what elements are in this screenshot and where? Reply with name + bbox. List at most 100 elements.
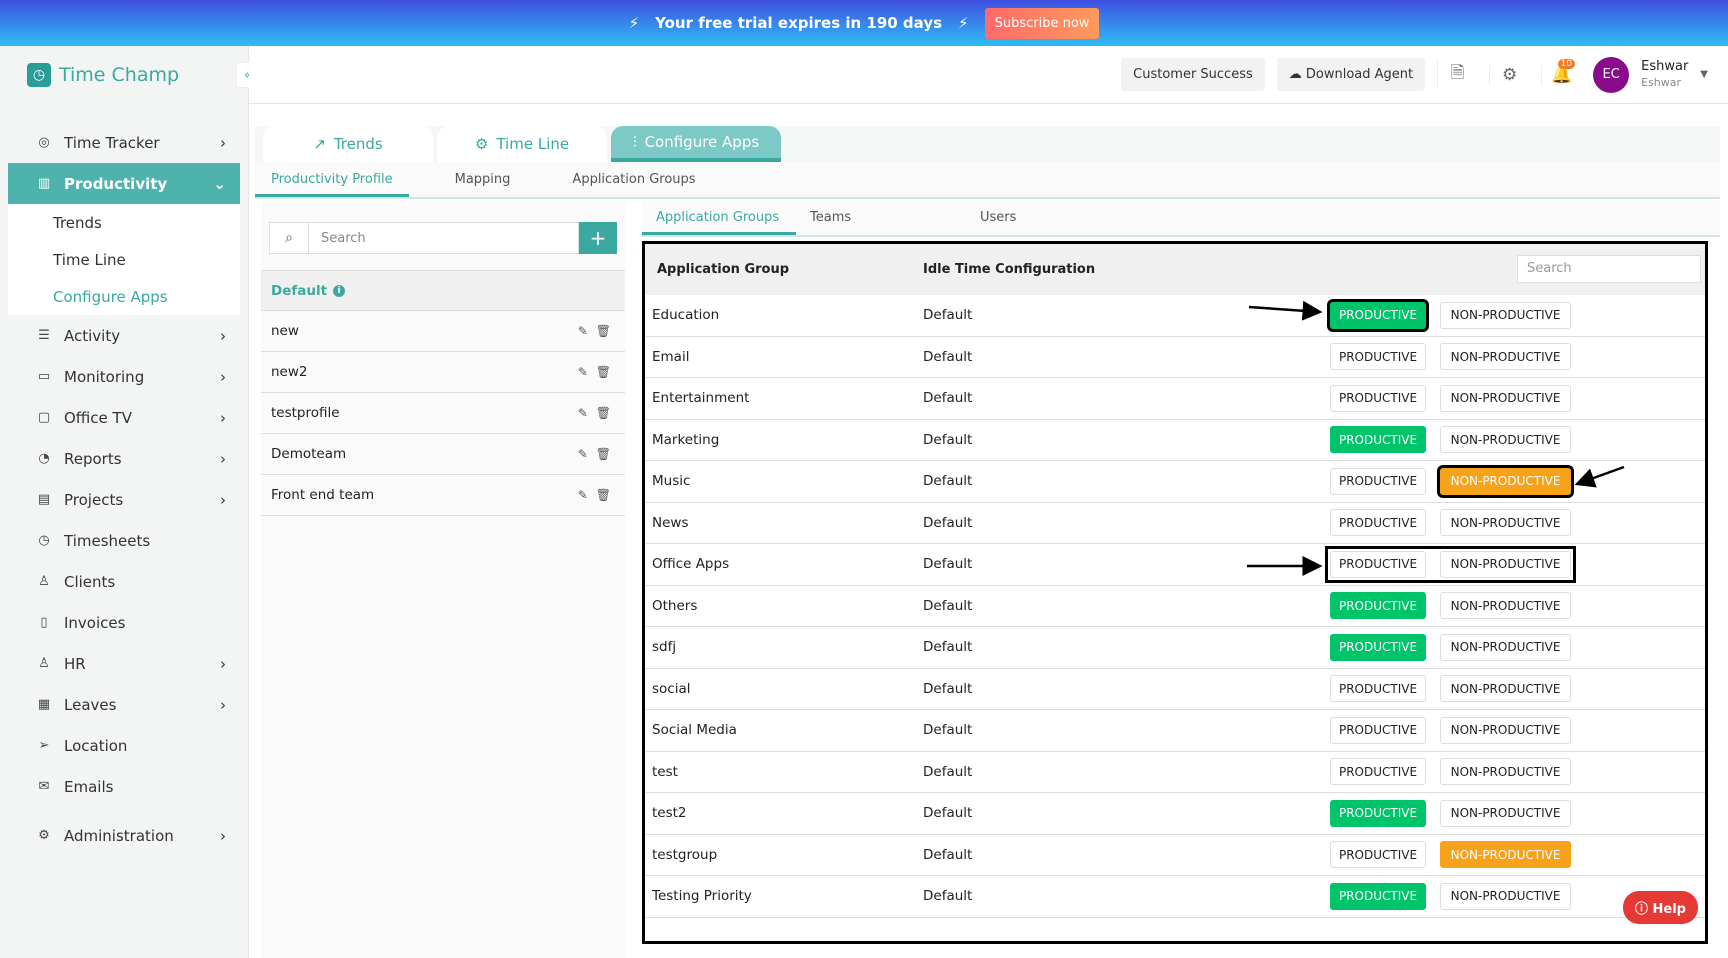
productive-button[interactable]: PRODUCTIVE (1330, 343, 1426, 371)
tab-configure-apps[interactable]: ⫶ Configure Apps (611, 126, 781, 162)
tab-users[interactable]: Users (966, 200, 1136, 235)
non-productive-button[interactable]: NON-PRODUCTIVE (1440, 841, 1571, 869)
profile-item[interactable]: Demoteam ✎ 🗑 (261, 434, 625, 475)
sidebar-item-timesheets[interactable]: ◷ Timesheets (8, 520, 240, 561)
productive-button[interactable]: PRODUCTIVE (1330, 882, 1426, 910)
productive-button[interactable]: PRODUCTIVE (1330, 550, 1426, 578)
trash-icon[interactable]: 🗑 (596, 447, 611, 461)
sidebar-item-location[interactable]: ➢ Location (8, 725, 240, 766)
non-productive-button[interactable]: NON-PRODUCTIVE (1440, 633, 1571, 661)
non-productive-button[interactable]: NON-PRODUCTIVE (1440, 716, 1571, 744)
gear-icon[interactable]: ⚙ (1489, 64, 1529, 85)
non-productive-button[interactable]: NON-PRODUCTIVE (1440, 882, 1571, 910)
non-productive-button[interactable]: NON-PRODUCTIVE (1440, 758, 1571, 786)
productive-button[interactable]: PRODUCTIVE (1330, 592, 1426, 620)
profile-name: testprofile (271, 405, 340, 421)
help-button[interactable]: ⓘ Help (1623, 891, 1698, 924)
trash-icon[interactable]: 🗑 (596, 324, 611, 338)
sidebar-item-projects[interactable]: ▤ Projects › (8, 479, 240, 520)
edit-icon[interactable]: ✎ (578, 488, 588, 502)
edit-icon[interactable]: ✎ (578, 447, 588, 461)
trash-icon[interactable]: 🗑 (596, 365, 611, 379)
non-productive-button[interactable]: NON-PRODUCTIVE (1440, 426, 1571, 454)
user-menu[interactable]: Eshwar Eshwar (1641, 59, 1688, 91)
brand-name: Time Champ (59, 64, 180, 86)
sidebar-item-administration[interactable]: ⚙ Administration › (8, 815, 240, 856)
productive-button[interactable]: PRODUCTIVE (1330, 633, 1426, 661)
subtab-productivity-profile[interactable]: Productivity Profile (255, 162, 409, 197)
group-name: Others (652, 597, 698, 614)
table-search-input[interactable]: Search (1517, 255, 1701, 283)
sidebar-item-leaves[interactable]: ▦ Leaves › (8, 684, 240, 725)
sidebar-item-office-tv[interactable]: ▢ Office TV › (8, 397, 240, 438)
productive-button[interactable]: PRODUCTIVE (1330, 384, 1426, 412)
non-productive-button[interactable]: NON-PRODUCTIVE (1440, 509, 1571, 537)
productive-button[interactable]: PRODUCTIVE (1330, 467, 1426, 495)
non-productive-button[interactable]: NON-PRODUCTIVE (1437, 464, 1574, 498)
main-content: ↗ Trends ⚙ Time Line ⫶ Configure Apps Produ… (249, 104, 1728, 958)
sidebar-item-reports[interactable]: ◔ Reports › (8, 438, 240, 479)
logo[interactable]: ◷ Time Champ (0, 46, 248, 104)
tab-application-groups[interactable]: Application Groups (642, 200, 796, 235)
subscribe-button[interactable]: Subscribe now (984, 7, 1100, 39)
tab-teams[interactable]: Teams (796, 200, 966, 235)
sidebar-item-monitoring[interactable]: ▭ Monitoring › (8, 356, 240, 397)
chevron-right-icon: › (220, 408, 226, 427)
profile-item-default[interactable]: Default i (261, 270, 625, 311)
non-productive-button[interactable]: NON-PRODUCTIVE (1440, 343, 1571, 371)
trash-icon[interactable]: 🗑 (596, 406, 611, 420)
chevron-down-icon[interactable]: ▼ (1700, 69, 1708, 80)
productivity-submenu: Trends Time Line Configure Apps (8, 204, 240, 315)
trash-icon[interactable]: 🗑 (596, 488, 611, 502)
sidebar-item-productivity[interactable]: ▥ Productivity ⌄ (8, 163, 240, 204)
edit-icon[interactable]: ✎ (578, 365, 588, 379)
non-productive-button[interactable]: NON-PRODUCTIVE (1440, 384, 1571, 412)
non-productive-button[interactable]: NON-PRODUCTIVE (1440, 301, 1571, 329)
idle-config: Default (923, 846, 973, 863)
chevron-right-icon: › (220, 367, 226, 386)
application-groups-table: Application Group Idle Time Configuratio… (642, 241, 1708, 944)
tab-trends[interactable]: ↗ Trends (263, 126, 433, 162)
non-productive-button[interactable]: NON-PRODUCTIVE (1440, 675, 1571, 703)
productive-button[interactable]: PRODUCTIVE (1330, 799, 1426, 827)
subtab-mapping[interactable]: Mapping (439, 162, 527, 197)
sidebar-item-activity[interactable]: ☰ Activity › (8, 315, 240, 356)
non-productive-button[interactable]: NON-PRODUCTIVE (1440, 799, 1571, 827)
subnav-item[interactable]: Configure Apps (8, 278, 240, 315)
edit-icon[interactable]: ✎ (578, 406, 588, 420)
subnav-item[interactable]: Time Line (8, 241, 240, 278)
profile-item[interactable]: new ✎ 🗑 (261, 311, 625, 352)
productive-button[interactable]: PRODUCTIVE (1330, 758, 1426, 786)
non-productive-button[interactable]: NON-PRODUCTIVE (1440, 592, 1571, 620)
productive-button[interactable]: PRODUCTIVE (1330, 509, 1426, 537)
idle-config: Default (923, 514, 973, 531)
profile-search-input[interactable]: Search (309, 222, 579, 254)
bell-icon[interactable]: 🔔 10 (1541, 58, 1581, 85)
sidebar-item-label: Emails (64, 777, 114, 796)
subtab-application-groups[interactable]: Application Groups (556, 162, 711, 197)
sidebar-item-invoices[interactable]: ▯ Invoices (8, 602, 240, 643)
sidebar-item-hr[interactable]: ♙ HR › (8, 643, 240, 684)
document-icon[interactable]: 🗎 (1437, 60, 1477, 89)
productive-button[interactable]: PRODUCTIVE (1330, 841, 1426, 869)
profile-item[interactable]: testprofile ✎ 🗑 (261, 393, 625, 434)
sidebar-nav: ◎ Time Tracker › ▥ Productivity ⌄ Trends Time L… (0, 104, 248, 856)
tab-time-line[interactable]: ⚙ Time Line (437, 126, 607, 162)
sidebar-item-emails[interactable]: ✉ Emails (8, 766, 240, 807)
edit-icon[interactable]: ✎ (578, 324, 588, 338)
sidebar-item-time-tracker[interactable]: ◎ Time Tracker › (8, 122, 240, 163)
info-icon[interactable]: i (333, 284, 346, 297)
profile-item[interactable]: Front end team ✎ 🗑 (261, 475, 625, 516)
profile-item[interactable]: new2 ✎ 🗑 (261, 352, 625, 393)
productive-button[interactable]: PRODUCTIVE (1327, 298, 1429, 332)
non-productive-button[interactable]: NON-PRODUCTIVE (1440, 550, 1571, 578)
sidebar-item-clients[interactable]: ♙ Clients (8, 561, 240, 602)
subnav-item[interactable]: Trends (8, 204, 240, 241)
customer-success-button[interactable]: Customer Success (1121, 58, 1265, 91)
productive-button[interactable]: PRODUCTIVE (1330, 716, 1426, 744)
avatar[interactable]: EC (1593, 56, 1630, 93)
download-agent-button[interactable]: ☁ Download Agent (1276, 58, 1426, 91)
productive-button[interactable]: PRODUCTIVE (1330, 426, 1426, 454)
add-profile-button[interactable]: + (579, 222, 617, 254)
productive-button[interactable]: PRODUCTIVE (1330, 675, 1426, 703)
